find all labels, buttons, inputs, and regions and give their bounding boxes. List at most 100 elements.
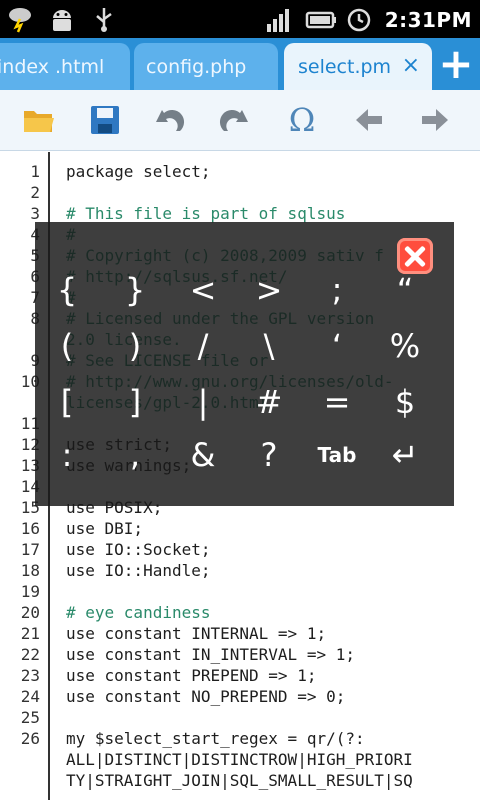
clock: 2:31PM xyxy=(384,8,472,32)
forward-button[interactable] xyxy=(416,102,454,138)
undo-button[interactable] xyxy=(150,102,188,138)
line-number: 9 xyxy=(0,350,40,371)
code-line: TY|STRAIGHT_JOIN|SQL_SMALL_RESULT|SQ xyxy=(0,770,480,791)
code-line: 23 use constant PREPEND => 1; xyxy=(0,665,480,686)
code-line: ALL|DISTINCT|DISTINCTROW|HIGH_PRIORI xyxy=(0,749,480,770)
line-number: 8 xyxy=(0,308,40,329)
symbol-key[interactable]: [ xyxy=(37,382,97,422)
line-number: 25 xyxy=(20,708,40,727)
omega-symbols-icon: Ω xyxy=(288,101,316,139)
usb-icon xyxy=(90,5,118,33)
symbol-key[interactable]: = xyxy=(307,382,367,422)
symbol-key[interactable]: ; xyxy=(307,270,367,310)
symbol-key[interactable]: ↵ xyxy=(375,435,435,475)
symbol-key[interactable]: ) xyxy=(105,326,165,366)
line-number: 7 xyxy=(0,287,40,308)
line-number: 23 xyxy=(20,666,40,685)
symbol-key[interactable]: : xyxy=(37,435,97,475)
symbol-key[interactable]: ? xyxy=(239,435,299,475)
code-text: ALL|DISTINCT|DISTINCTROW|HIGH_PRIORI xyxy=(66,750,413,769)
line-number: 18 xyxy=(20,561,40,580)
code-text: use DBI; xyxy=(66,519,144,538)
close-tab-icon[interactable]: × xyxy=(402,55,420,77)
line-number: 1 xyxy=(30,162,40,181)
line-number: 16 xyxy=(20,519,40,538)
code-line: 3 # This file is part of sqlsus xyxy=(0,203,480,224)
tab-config-php[interactable]: config.php xyxy=(134,43,278,90)
symbol-key[interactable]: $ xyxy=(375,382,435,422)
tab-select-pm[interactable]: select.pm × xyxy=(284,43,432,90)
symbol-key[interactable]: } xyxy=(105,270,165,310)
code-text: use IO::Socket; xyxy=(66,540,211,559)
alarm-icon xyxy=(345,6,373,34)
symbol-key[interactable]: “ xyxy=(375,270,435,310)
back-arrow-icon xyxy=(356,109,382,131)
code-text: use constant IN_INTERVAL => 1; xyxy=(66,645,355,664)
line-number: 21 xyxy=(20,624,40,643)
line-number: 12 xyxy=(20,435,40,454)
line-number: 15 xyxy=(20,498,40,517)
line-number: 26 xyxy=(20,729,40,748)
forward-arrow-icon xyxy=(422,109,448,131)
symbol-key[interactable]: { xyxy=(37,270,97,310)
tab-label: index .html xyxy=(0,56,105,78)
symbol-key[interactable]: | xyxy=(173,382,233,422)
code-text: TY|STRAIGHT_JOIN|SQL_SMALL_RESULT|SQ xyxy=(66,771,413,790)
code-text: # This file is part of sqlsus xyxy=(66,204,346,223)
code-text: use IO::Handle; xyxy=(66,561,211,580)
weather-storm-icon xyxy=(6,5,34,33)
symbol-key[interactable]: / xyxy=(173,326,233,366)
battery-icon xyxy=(305,6,336,34)
code-line: 16 use DBI; xyxy=(0,518,480,539)
line-number: 5 xyxy=(0,245,40,266)
notification-icons xyxy=(6,5,118,33)
code-text: use constant PREPEND => 1; xyxy=(66,666,317,685)
code-line: 26 my $select_start_regex = qr/(?: xyxy=(0,728,480,749)
system-icons: 2:31PM xyxy=(265,6,472,34)
code-text: use constant NO_PREPEND => 0; xyxy=(66,687,346,706)
open-button[interactable] xyxy=(20,102,58,138)
line-number: 6 xyxy=(0,266,40,287)
symbol-key[interactable]: & xyxy=(173,435,233,475)
code-line: 2 xyxy=(0,182,480,203)
back-button[interactable] xyxy=(350,102,388,138)
code-line: 1 package select; xyxy=(0,161,480,182)
symbol-key[interactable]: ( xyxy=(37,326,97,366)
code-line: 24 use constant NO_PREPEND => 0; xyxy=(0,686,480,707)
symbol-key[interactable]: ] xyxy=(105,382,165,422)
symbol-key[interactable]: < xyxy=(173,270,233,310)
code-line: 25 xyxy=(0,707,480,728)
close-panel-icon[interactable] xyxy=(397,238,433,274)
line-number: 3 xyxy=(30,204,40,223)
save-icon xyxy=(91,106,119,134)
line-number: 19 xyxy=(20,582,40,601)
tab-label: config.php xyxy=(146,56,247,78)
symbol-key[interactable]: % xyxy=(375,326,435,366)
line-number: 13 xyxy=(20,456,40,475)
line-number: 20 xyxy=(20,603,40,622)
symbol-key[interactable]: ‘ xyxy=(307,326,367,366)
line-number: 2 xyxy=(30,183,40,202)
tab-bar: index .html config.php select.pm × + xyxy=(0,38,480,90)
android-debug-icon xyxy=(48,5,76,33)
line-number: 17 xyxy=(20,540,40,559)
symbol-key[interactable]: \ xyxy=(239,326,299,366)
code-text: use constant INTERNAL => 1; xyxy=(66,624,327,643)
symbols-button[interactable]: Ω xyxy=(283,102,321,138)
line-number: 22 xyxy=(20,645,40,664)
tab-index-html[interactable]: index .html xyxy=(0,43,130,90)
code-line: 21 use constant INTERNAL => 1; xyxy=(0,623,480,644)
code-line: 18 use IO::Handle; xyxy=(0,560,480,581)
plus-icon: + xyxy=(438,39,474,88)
symbol-key[interactable]: Tab xyxy=(307,435,367,475)
symbol-panel: {} < >; “ () / \ ‘% [] | # = $:, &? Tab ↵ xyxy=(35,222,454,506)
signal-icon xyxy=(265,6,293,34)
redo-button[interactable] xyxy=(216,102,254,138)
open-folder-icon xyxy=(24,111,54,132)
save-button[interactable] xyxy=(86,102,124,138)
symbol-key[interactable]: > xyxy=(239,270,299,310)
symbol-key[interactable]: , xyxy=(105,435,165,475)
symbol-key[interactable]: # xyxy=(239,382,299,422)
code-text: # eye candiness xyxy=(66,603,211,622)
add-tab-button[interactable]: + xyxy=(432,38,480,90)
